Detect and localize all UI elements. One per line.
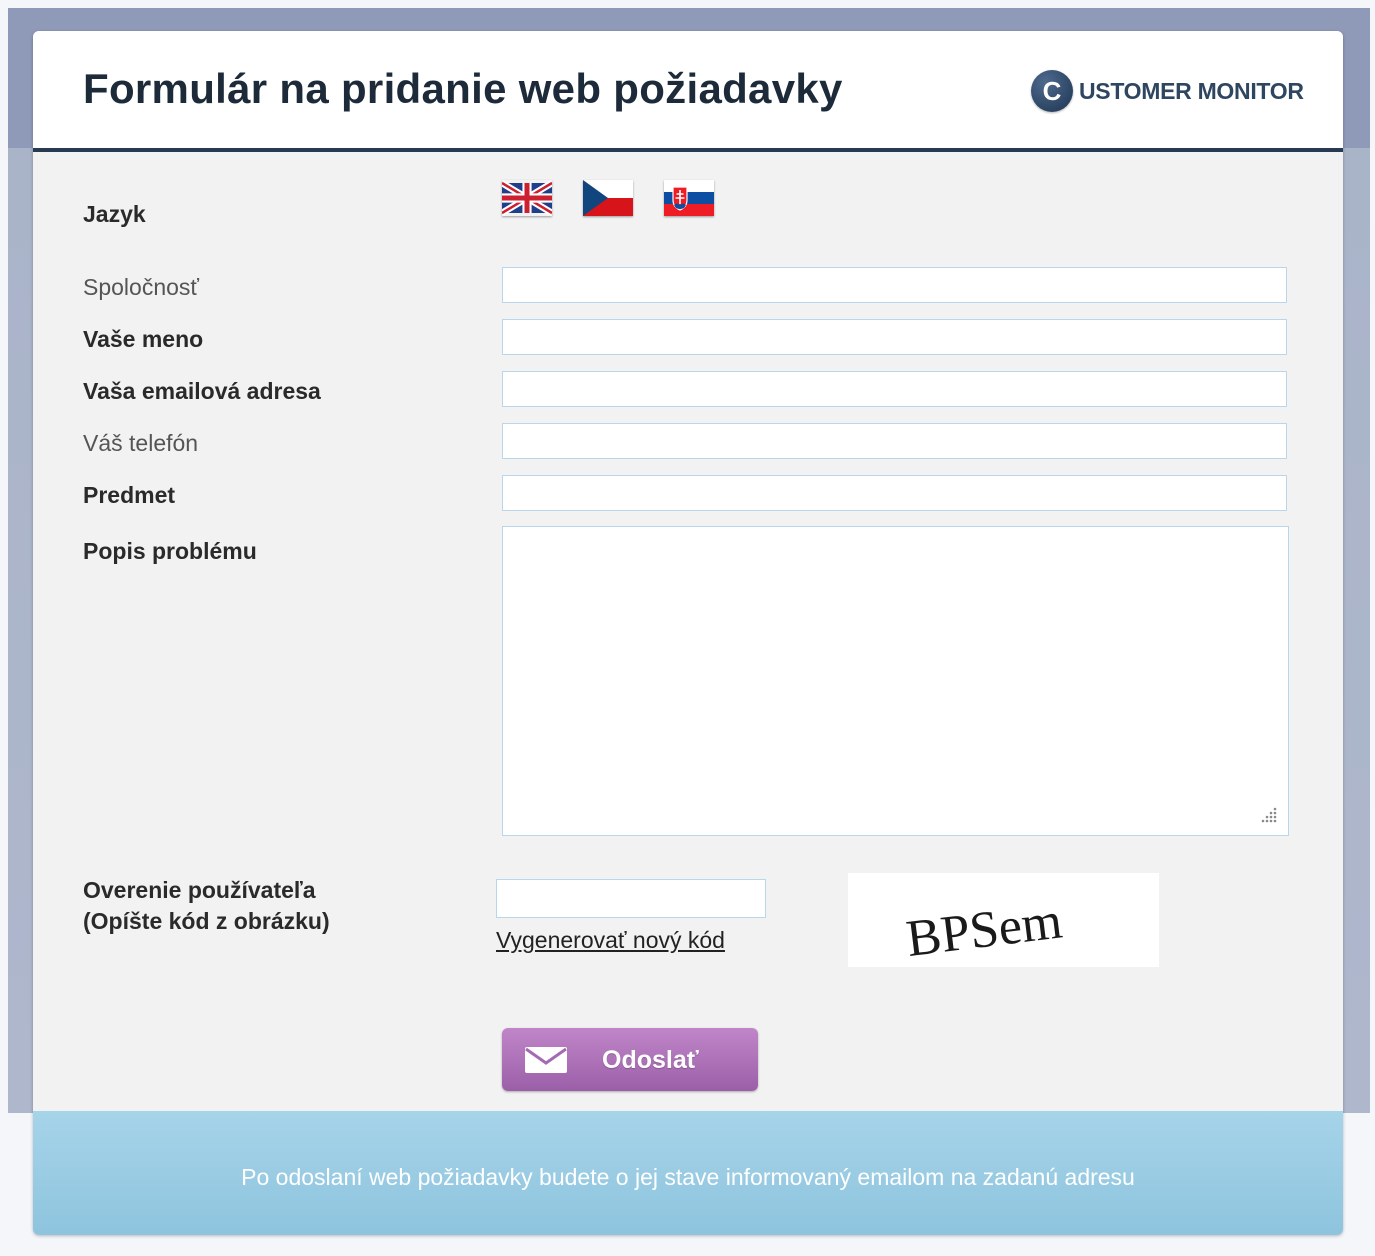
phone-label: Váš telefón [83, 430, 199, 456]
name-input[interactable] [502, 319, 1287, 355]
email-input[interactable] [502, 371, 1287, 407]
header: Formulár na pridanie web požiadavky C US… [33, 31, 1343, 152]
name-label: Vaše meno [83, 326, 204, 352]
captcha-text: BPSem [903, 892, 1065, 967]
subject-label: Predmet [83, 482, 176, 508]
logo-c-icon: C [1031, 70, 1073, 112]
description-label: Popis problému [83, 538, 257, 564]
regenerate-code-link[interactable]: Vygenerovať nový kód [496, 927, 725, 954]
form-card: Formulár na pridanie web požiadavky C US… [33, 31, 1343, 1235]
subject-input[interactable] [502, 475, 1287, 511]
description-textarea[interactable] [502, 526, 1289, 836]
logo-text: USTOMER MONITOR [1079, 77, 1304, 104]
captcha-label-line2: (Opíšte kód z obrázku) [83, 908, 330, 934]
footer: Po odoslaní web požiadavky budete o jej … [33, 1111, 1343, 1235]
captcha-input[interactable] [496, 879, 766, 918]
flag-sk-icon[interactable] [664, 180, 714, 216]
company-label: Spoločnosť [83, 274, 200, 300]
footer-text: Po odoslaní web požiadavky budete o jej … [241, 1164, 1135, 1190]
company-input[interactable] [502, 267, 1287, 303]
submit-button[interactable]: Odoslať [502, 1028, 758, 1091]
resize-grip-icon[interactable] [1257, 803, 1279, 825]
flag-cz-icon[interactable] [583, 180, 633, 216]
page-title: Formulár na pridanie web požiadavky [83, 65, 843, 112]
customer-monitor-logo: C USTOMER MONITOR [1031, 69, 1304, 113]
submit-label: Odoslať [602, 1046, 699, 1074]
phone-input[interactable] [502, 423, 1287, 459]
language-label: Jazyk [83, 201, 146, 227]
envelope-icon [525, 1047, 567, 1073]
captcha-image: BPSem [848, 873, 1159, 967]
captcha-label-line1: Overenie používateľa [83, 877, 316, 903]
email-label: Vaša emailová adresa [83, 378, 321, 404]
flag-uk-icon[interactable] [502, 180, 552, 216]
